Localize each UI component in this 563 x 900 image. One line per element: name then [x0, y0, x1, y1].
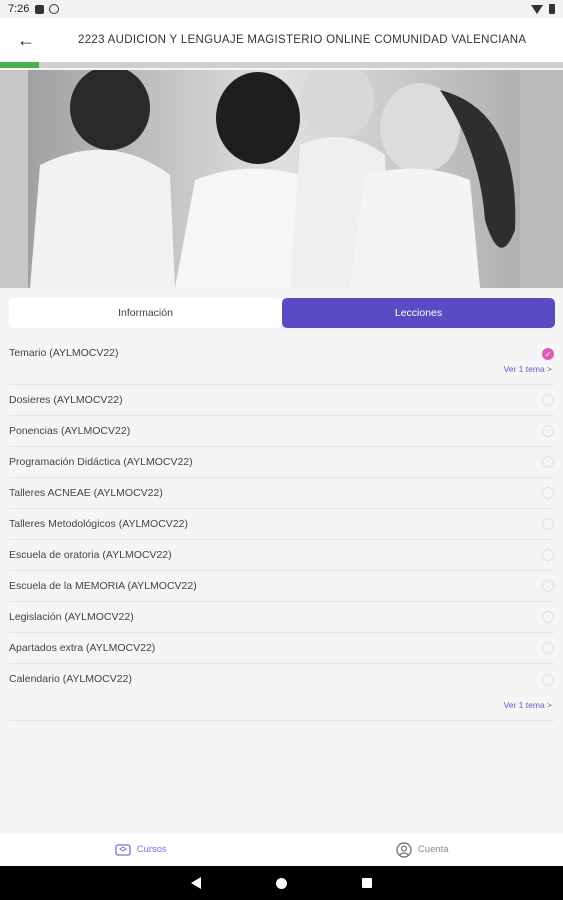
app-bar: ← 2223 AUDICION Y LENGUAJE MAGISTERIO ON… [0, 18, 563, 62]
wifi-icon [531, 4, 543, 14]
lesson-label: Talleres ACNEAE (AYLMOCV22) [9, 487, 163, 499]
nav-cuenta[interactable]: Cuenta [282, 833, 563, 866]
empty-circle-icon [542, 425, 554, 437]
course-progress-bar [0, 62, 563, 68]
system-back-icon[interactable] [191, 877, 201, 889]
arrow-left-icon[interactable]: ← [0, 18, 52, 62]
empty-circle-icon [542, 642, 554, 654]
lesson-item[interactable]: Escuela de oratoria (AYLMOCV22) [9, 540, 554, 571]
lesson-item[interactable]: Talleres Metodológicos (AYLMOCV22) [9, 509, 554, 540]
lesson-label: Apartados extra (AYLMOCV22) [9, 642, 156, 654]
page-title: 2223 AUDICION Y LENGUAJE MAGISTERIO ONLI… [78, 34, 527, 46]
lesson-label: Dosieres (AYLMOCV22) [9, 394, 123, 406]
empty-circle-icon [542, 674, 554, 686]
empty-circle-icon [542, 394, 554, 406]
empty-circle-icon [542, 611, 554, 623]
course-progress-fill [0, 62, 40, 68]
status-bar: 7:26 [0, 0, 563, 18]
tab-informacion[interactable]: Información [9, 298, 282, 328]
status-time: 7:26 [8, 3, 30, 15]
lesson-label: Calendario (AYLMOCV22) [9, 673, 132, 685]
system-home-icon[interactable] [276, 877, 287, 889]
nav-cursos[interactable]: Cursos [0, 833, 282, 866]
lesson-item[interactable]: Programación Didáctica (AYLMOCV22) [9, 447, 554, 478]
system-navigation-bar [0, 866, 563, 900]
lesson-label: Escuela de la MEMORIA (AYLMOCV22) [9, 580, 197, 592]
lesson-item[interactable]: Escuela de la MEMORIA (AYLMOCV22) [9, 571, 554, 602]
lesson-label: Legislación (AYLMOCV22) [9, 611, 134, 623]
lesson-label: Temario (AYLMOCV22) [9, 347, 119, 359]
lesson-item[interactable]: Dosieres (AYLMOCV22) [9, 385, 554, 416]
lesson-item[interactable]: Calendario (AYLMOCV22) Ver 1 tema > [9, 664, 554, 721]
lesson-item[interactable]: Legislación (AYLMOCV22) [9, 602, 554, 633]
view-topics-link[interactable]: Ver 1 tema > [504, 364, 552, 374]
empty-circle-icon [542, 580, 554, 592]
view-topics-link[interactable]: Ver 1 tema > [504, 700, 552, 710]
nav-label: Cuenta [417, 844, 449, 855]
lesson-label: Talleres Metodológicos (AYLMOCV22) [9, 518, 188, 530]
lessons-list: Temario (AYLMOCV22) ✓ Ver 1 tema > Dosie… [9, 338, 554, 721]
tab-bar: Información Lecciones [9, 298, 555, 328]
lesson-label: Escuela de oratoria (AYLMOCV22) [9, 549, 172, 561]
lesson-item[interactable]: Talleres ACNEAE (AYLMOCV22) [9, 478, 554, 509]
empty-circle-icon [542, 487, 554, 499]
lesson-item[interactable]: Ponencias (AYLMOCV22) [9, 416, 554, 447]
check-circle-icon: ✓ [542, 348, 554, 360]
empty-circle-icon [542, 549, 554, 561]
lesson-label: Programación Didáctica (AYLMOCV22) [9, 456, 193, 468]
lesson-item[interactable]: Apartados extra (AYLMOCV22) [9, 633, 554, 664]
tab-lecciones[interactable]: Lecciones [282, 298, 555, 328]
system-recents-icon[interactable] [362, 878, 372, 888]
vpn-icon [49, 4, 60, 14]
lesson-label: Ponencias (AYLMOCV22) [9, 425, 131, 437]
account-icon [396, 841, 412, 858]
sd-card-icon [35, 4, 45, 14]
course-hero-image [0, 70, 563, 288]
empty-circle-icon [542, 518, 554, 530]
empty-circle-icon [542, 456, 554, 468]
battery-icon [549, 4, 555, 14]
nav-label: Cursos [136, 844, 167, 855]
bottom-navigation: Cursos Cuenta [0, 833, 563, 866]
courses-icon [115, 842, 131, 858]
lesson-item[interactable]: Temario (AYLMOCV22) ✓ Ver 1 tema > [9, 338, 554, 385]
